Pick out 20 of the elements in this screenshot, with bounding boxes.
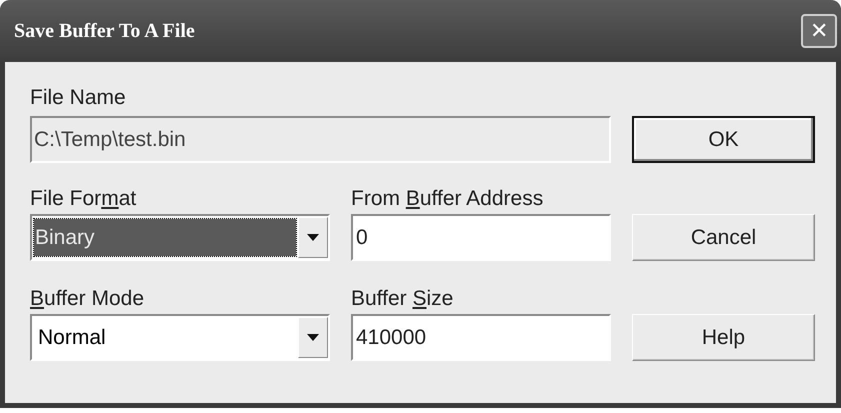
- help-button[interactable]: Help: [632, 314, 815, 361]
- file-format-dropdown[interactable]: Binary: [30, 214, 330, 261]
- field-label: Buffer Mode: [30, 286, 146, 312]
- buffer-size-field[interactable]: 410000: [351, 314, 611, 361]
- field-label: File Name: [30, 85, 127, 111]
- cancel-button[interactable]: Cancel: [632, 214, 815, 261]
- field-label: From Buffer Address: [351, 186, 544, 212]
- field-label: File Format: [30, 186, 138, 212]
- ok-button[interactable]: OK: [632, 116, 815, 163]
- window-title: Save Buffer To A File: [14, 19, 195, 44]
- dropdown-arrow-button[interactable]: [298, 317, 328, 358]
- buffer-address-field[interactable]: 0: [351, 214, 611, 261]
- dropdown-value: Normal: [37, 324, 107, 351]
- close-button[interactable]: ✕: [801, 14, 837, 48]
- buffer-mode-dropdown[interactable]: Normal: [30, 314, 330, 361]
- caret-icon: [307, 234, 319, 241]
- field-label: Buffer Size: [351, 286, 454, 312]
- dropdown-value: Binary: [34, 219, 296, 256]
- caret-icon: [307, 334, 319, 341]
- dropdown-arrow-button[interactable]: [298, 217, 328, 258]
